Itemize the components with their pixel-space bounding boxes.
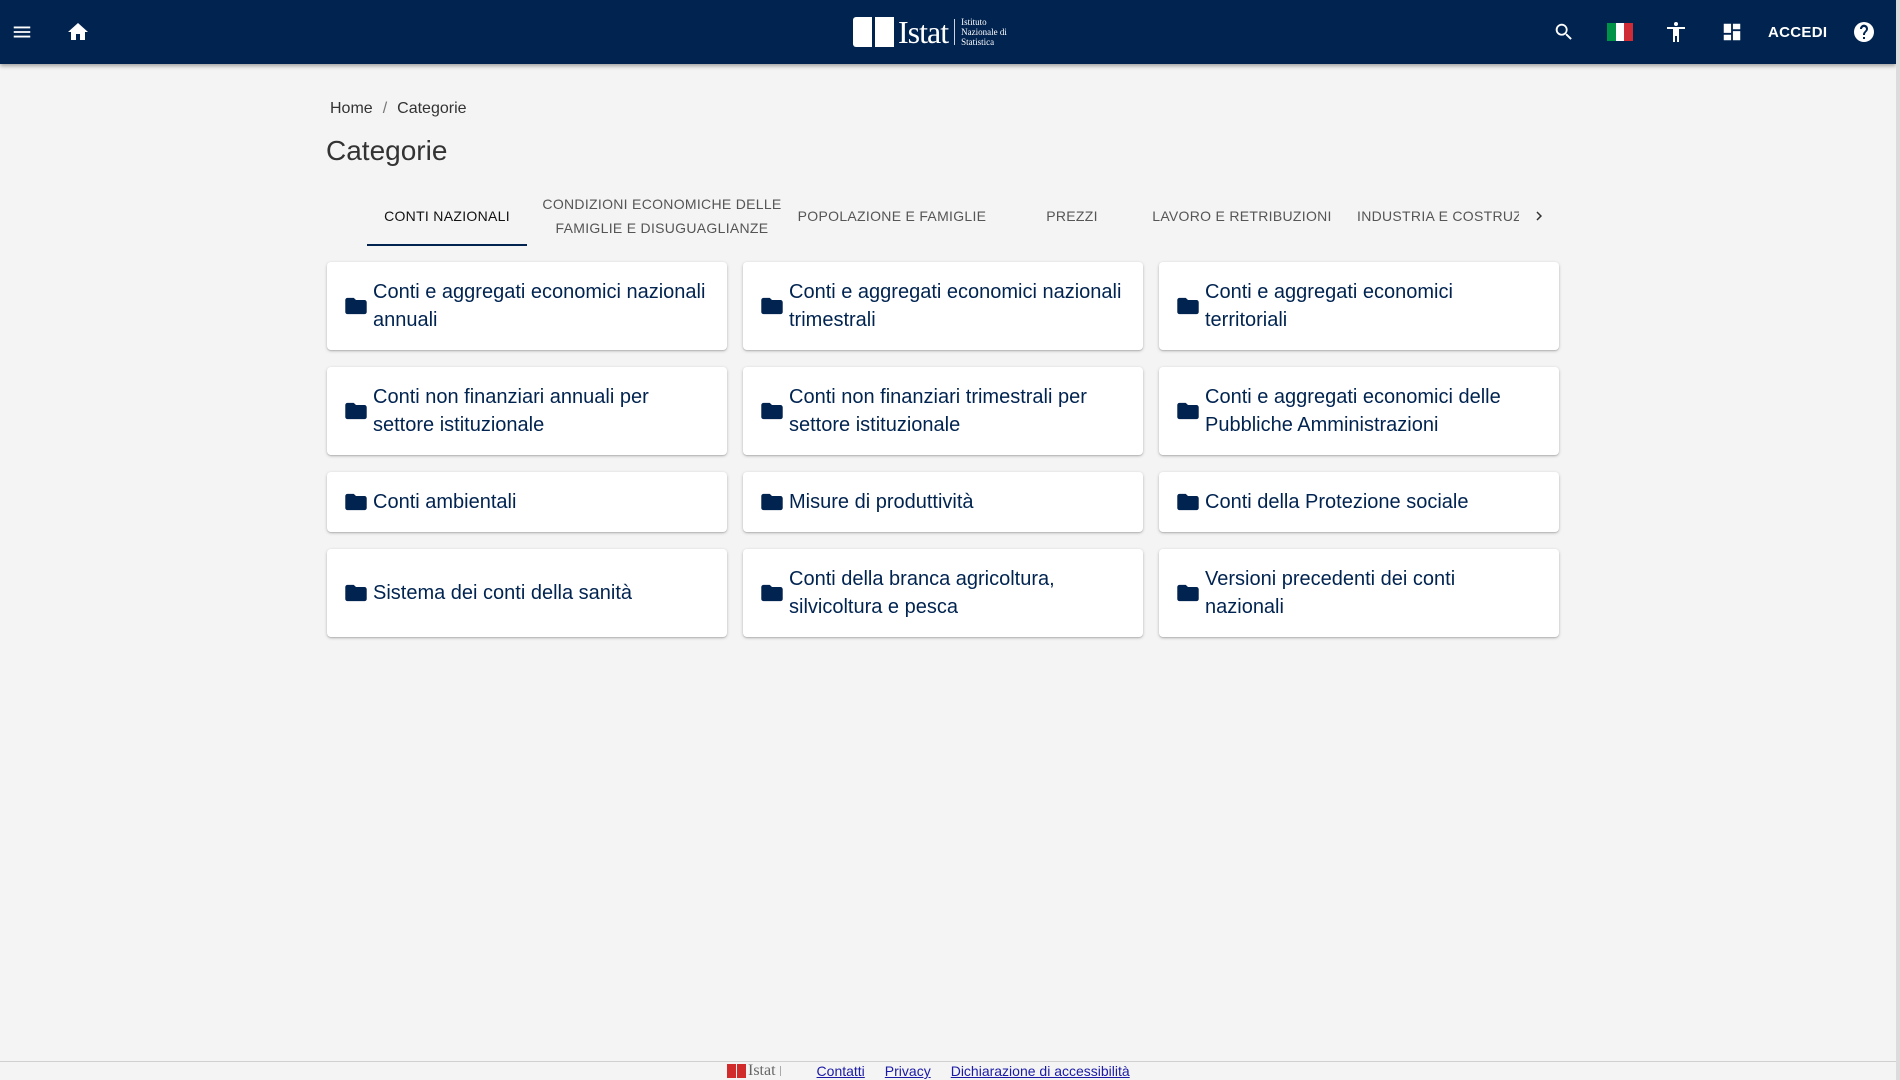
- page-title: Categorie: [326, 135, 448, 166]
- menu-icon[interactable]: [8, 0, 36, 64]
- footer-link-contatti[interactable]: Contatti: [817, 1063, 865, 1079]
- footer-link-accessibilita[interactable]: Dichiarazione di accessibilità: [951, 1063, 1130, 1079]
- tab-popolazione-famiglie[interactable]: POPOLAZIONE E FAMIGLIE: [792, 186, 992, 246]
- language-flag-icon[interactable]: [1606, 0, 1634, 64]
- folder-icon: [345, 584, 367, 602]
- category-card-label: Conti e aggregati economici territoriali: [1205, 281, 1453, 331]
- folder-icon: [1177, 584, 1199, 602]
- footer-logo-text: Istat: [748, 1062, 776, 1079]
- category-card[interactable]: Misure di produttività: [743, 472, 1143, 532]
- scrollbar-track[interactable]: [1896, 0, 1900, 1080]
- logo-book-icon: [853, 17, 894, 47]
- footer-logo-subtitle-mark: [779, 1066, 807, 1076]
- login-button[interactable]: ACCEDI: [1768, 0, 1827, 64]
- scrollbar-thumb[interactable]: [1896, 0, 1900, 1080]
- logo-text: Istat: [898, 14, 949, 50]
- category-card-label: Conti della branca agricoltura, silvicol…: [789, 568, 1055, 618]
- tab-lavoro-retribuzioni[interactable]: LAVORO E RETRIBUZIONI: [1152, 186, 1332, 246]
- category-card-label: Conti non finanziari trimestrali per set…: [789, 386, 1087, 436]
- tab-industria-costruzioni[interactable]: INDUSTRIA E COSTRUZI: [1357, 186, 1519, 246]
- footer-istat-logo: Istat: [727, 1062, 807, 1080]
- category-card[interactable]: Conti e aggregati economici territoriali: [1159, 262, 1559, 350]
- folder-icon: [1177, 402, 1199, 420]
- folder-icon: [761, 584, 783, 602]
- category-tabs: CONTI NAZIONALI CONDIZIONI ECONOMICHE DE…: [367, 186, 1567, 246]
- breadcrumb-home-link[interactable]: Home: [330, 100, 373, 118]
- category-card-label: Conti non finanziari annuali per settore…: [373, 386, 649, 436]
- category-card-label: Conti ambientali: [373, 491, 517, 513]
- logo-divider: [954, 19, 956, 45]
- category-card[interactable]: Conti della branca agricoltura, silvicol…: [743, 549, 1143, 637]
- folder-icon: [761, 297, 783, 315]
- category-card[interactable]: Versioni precedenti dei conti nazionali: [1159, 549, 1559, 637]
- top-app-bar: Istat Istituto Nazionale di Statistica A…: [0, 0, 1896, 64]
- category-card-label: Conti e aggregati economici nazionali an…: [373, 281, 706, 331]
- istat-logo[interactable]: Istat Istituto Nazionale di Statistica: [853, 14, 1025, 50]
- category-card-label: Versioni precedenti dei conti nazionali: [1205, 568, 1456, 618]
- category-card-label: Conti e aggregati economici delle Pubbli…: [1205, 386, 1501, 436]
- folder-icon: [761, 402, 783, 420]
- category-card[interactable]: Conti e aggregati economici nazionali tr…: [743, 262, 1143, 350]
- category-card[interactable]: Conti non finanziari trimestrali per set…: [743, 367, 1143, 455]
- folder-icon: [345, 297, 367, 315]
- folder-icon: [345, 402, 367, 420]
- dashboard-icon[interactable]: [1718, 0, 1746, 64]
- home-icon[interactable]: [64, 0, 92, 64]
- folder-icon: [1177, 297, 1199, 315]
- folder-icon: [1177, 493, 1199, 511]
- footer-link-privacy[interactable]: Privacy: [885, 1063, 931, 1079]
- breadcrumb-separator: /: [382, 100, 388, 117]
- logo-subtitle: Istituto Nazionale di Statistica: [961, 17, 1007, 47]
- category-card[interactable]: Conti e aggregati economici nazionali an…: [327, 262, 727, 350]
- footer-logo-book-icon: [727, 1064, 746, 1078]
- search-icon[interactable]: [1550, 0, 1578, 64]
- category-card-label: Conti e aggregati economici nazionali tr…: [789, 281, 1122, 331]
- category-card[interactable]: Conti della Protezione sociale: [1159, 472, 1559, 532]
- category-card-label: Sistema dei conti della sanità: [373, 582, 633, 604]
- accessibility-icon[interactable]: [1662, 0, 1690, 64]
- category-card-label: Misure di produttività: [789, 491, 974, 513]
- category-card[interactable]: Conti ambientali: [327, 472, 727, 532]
- category-card[interactable]: Sistema dei conti della sanità: [327, 549, 727, 637]
- tab-conti-nazionali[interactable]: CONTI NAZIONALI: [367, 186, 527, 246]
- category-card[interactable]: Conti non finanziari annuali per settore…: [327, 367, 727, 455]
- folder-icon: [345, 493, 367, 511]
- help-icon[interactable]: [1850, 0, 1878, 64]
- breadcrumb: Home / Categorie: [330, 100, 467, 118]
- tab-condizioni-economiche[interactable]: CONDIZIONI ECONOMICHE DELLE FAMIGLIE E D…: [537, 186, 787, 246]
- breadcrumb-current: Categorie: [397, 100, 467, 117]
- tab-prezzi[interactable]: PREZZI: [997, 186, 1147, 246]
- footer: Istat Contatti Privacy Dichiarazione di …: [727, 1062, 1150, 1080]
- category-card[interactable]: Conti e aggregati economici delle Pubbli…: [1159, 367, 1559, 455]
- category-card-label: Conti della Protezione sociale: [1205, 491, 1469, 513]
- folder-icon: [761, 493, 783, 511]
- italian-flag: [1607, 23, 1634, 41]
- chevron-right-icon[interactable]: [1527, 186, 1551, 246]
